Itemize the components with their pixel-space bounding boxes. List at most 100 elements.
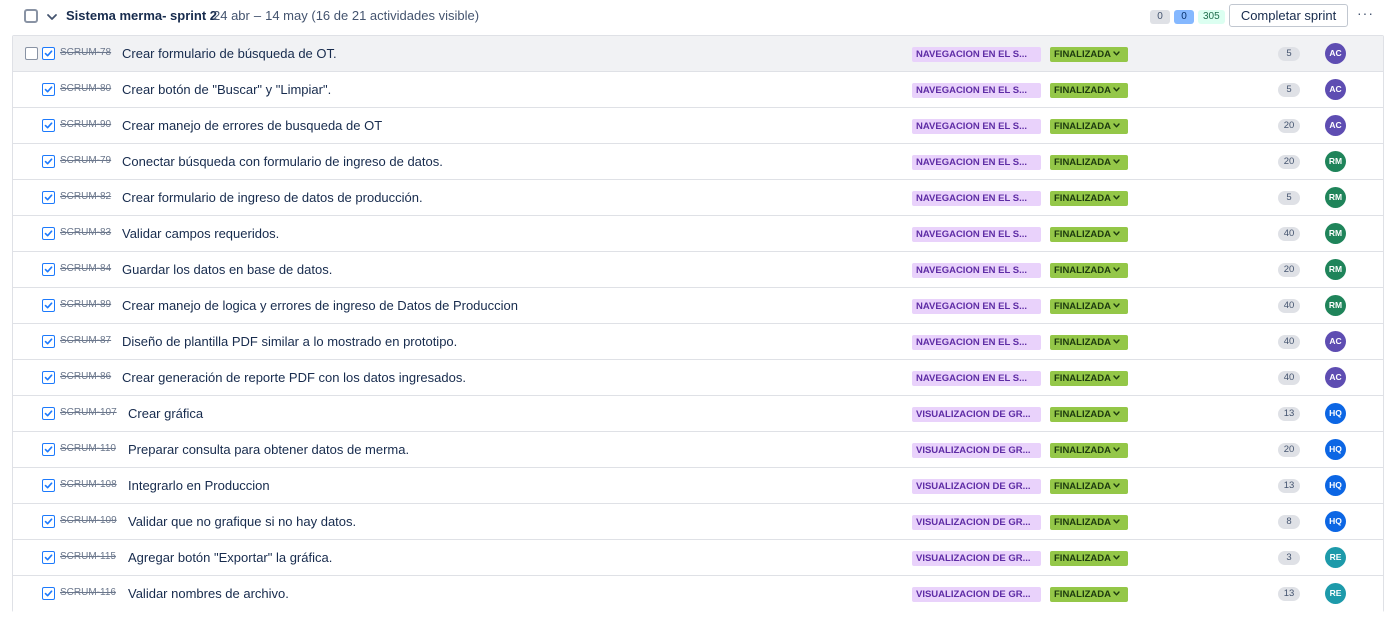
assignee-avatar[interactable]: AC: [1325, 79, 1346, 100]
issue-key[interactable]: SCRUM-78: [60, 47, 111, 58]
status-dropdown[interactable]: FINALIZADA: [1050, 551, 1128, 566]
issue-summary[interactable]: Integrarlo en Produccion: [128, 478, 270, 493]
story-points-badge[interactable]: 13: [1278, 479, 1300, 493]
epic-lozenge[interactable]: NAVEGACION EN EL S...: [912, 263, 1041, 278]
story-points-badge[interactable]: 20: [1278, 155, 1300, 169]
issue-key[interactable]: SCRUM-115: [60, 551, 116, 562]
issue-row[interactable]: SCRUM-89 Crear manejo de logica y errores…: [13, 288, 1383, 324]
sprint-select-checkbox[interactable]: [24, 9, 38, 23]
story-points-badge[interactable]: 40: [1278, 335, 1300, 349]
complete-sprint-button[interactable]: Completar sprint: [1229, 4, 1348, 27]
issue-key[interactable]: SCRUM-107: [60, 407, 117, 418]
epic-lozenge[interactable]: NAVEGACION EN EL S...: [912, 191, 1041, 206]
issue-row[interactable]: SCRUM-110 Preparar consulta para obtener …: [13, 432, 1383, 468]
issue-summary[interactable]: Crear manejo de logica y errores de ingr…: [122, 298, 518, 313]
issue-key[interactable]: SCRUM-109: [60, 515, 117, 526]
status-dropdown[interactable]: FINALIZADA: [1050, 371, 1128, 386]
assignee-avatar[interactable]: AC: [1325, 331, 1346, 352]
issue-key[interactable]: SCRUM-116: [60, 587, 116, 598]
assignee-avatar[interactable]: RM: [1325, 295, 1346, 316]
issue-summary[interactable]: Crear botón de "Buscar" y "Limpiar".: [122, 82, 331, 97]
issue-row[interactable]: SCRUM-87 Diseño de plantilla PDF similar …: [13, 324, 1383, 360]
epic-lozenge[interactable]: NAVEGACION EN EL S...: [912, 335, 1041, 350]
assignee-avatar[interactable]: RE: [1325, 547, 1346, 568]
story-points-badge[interactable]: 5: [1278, 47, 1300, 61]
status-dropdown[interactable]: FINALIZADA: [1050, 47, 1128, 62]
issue-key[interactable]: SCRUM-80: [60, 83, 111, 94]
status-dropdown[interactable]: FINALIZADA: [1050, 335, 1128, 350]
assignee-avatar[interactable]: HQ: [1325, 439, 1346, 460]
epic-lozenge[interactable]: NAVEGACION EN EL S...: [912, 83, 1041, 98]
status-dropdown[interactable]: FINALIZADA: [1050, 263, 1128, 278]
issue-row[interactable]: SCRUM-107 Crear gráfica VISUALIZACION DE G…: [13, 396, 1383, 432]
issue-summary[interactable]: Validar que no grafique si no hay datos.: [128, 514, 356, 529]
issue-summary[interactable]: Crear generación de reporte PDF con los …: [122, 370, 466, 385]
issue-summary[interactable]: Validar campos requeridos.: [122, 226, 279, 241]
status-dropdown[interactable]: FINALIZADA: [1050, 407, 1128, 422]
issue-key[interactable]: SCRUM-83: [60, 227, 111, 238]
status-dropdown[interactable]: FINALIZADA: [1050, 191, 1128, 206]
issue-summary[interactable]: Conectar búsqueda con formulario de ingr…: [122, 154, 443, 169]
issue-row[interactable]: SCRUM-90 Crear manejo de errores de busqu…: [13, 108, 1383, 144]
sprint-title[interactable]: Sistema merma- sprint 2: [66, 8, 217, 23]
status-dropdown[interactable]: FINALIZADA: [1050, 83, 1128, 98]
assignee-avatar[interactable]: AC: [1325, 367, 1346, 388]
issue-summary[interactable]: Guardar los datos en base de datos.: [122, 262, 332, 277]
assignee-avatar[interactable]: AC: [1325, 115, 1346, 136]
issue-row[interactable]: SCRUM-83 Validar campos requeridos. NAVEGA…: [13, 216, 1383, 252]
story-points-badge[interactable]: 40: [1278, 371, 1300, 385]
more-actions-icon[interactable]: ···: [1357, 6, 1373, 23]
epic-lozenge[interactable]: NAVEGACION EN EL S...: [912, 299, 1041, 314]
status-dropdown[interactable]: FINALIZADA: [1050, 299, 1128, 314]
assignee-avatar[interactable]: RM: [1325, 223, 1346, 244]
issue-summary[interactable]: Diseño de plantilla PDF similar a lo mos…: [122, 334, 457, 349]
story-points-badge[interactable]: 5: [1278, 83, 1300, 97]
issue-row[interactable]: SCRUM-116 Validar nombres de archivo. VISU…: [13, 576, 1383, 612]
epic-lozenge[interactable]: VISUALIZACION DE GR...: [912, 587, 1041, 602]
epic-lozenge[interactable]: NAVEGACION EN EL S...: [912, 155, 1041, 170]
story-points-badge[interactable]: 13: [1278, 587, 1300, 601]
status-dropdown[interactable]: FINALIZADA: [1050, 587, 1128, 602]
chevron-down-icon[interactable]: [45, 10, 59, 24]
issue-summary[interactable]: Preparar consulta para obtener datos de …: [128, 442, 409, 457]
issue-summary[interactable]: Crear gráfica: [128, 406, 203, 421]
story-points-badge[interactable]: 20: [1278, 119, 1300, 133]
issue-key[interactable]: SCRUM-84: [60, 263, 111, 274]
issue-row[interactable]: SCRUM-108 Integrarlo en Produccion VISUALI…: [13, 468, 1383, 504]
epic-lozenge[interactable]: NAVEGACION EN EL S...: [912, 227, 1041, 242]
status-dropdown[interactable]: FINALIZADA: [1050, 119, 1128, 134]
epic-lozenge[interactable]: NAVEGACION EN EL S...: [912, 47, 1041, 62]
issue-row[interactable]: SCRUM-78 Crear formulario de búsqueda de …: [13, 36, 1383, 72]
row-select-checkbox[interactable]: [25, 47, 38, 60]
issue-row[interactable]: SCRUM-84 Guardar los datos en base de dat…: [13, 252, 1383, 288]
issue-key[interactable]: SCRUM-110: [60, 443, 116, 454]
issue-summary[interactable]: Crear manejo de errores de busqueda de O…: [122, 118, 382, 133]
issue-summary[interactable]: Agregar botón "Exportar" la gráfica.: [128, 550, 332, 565]
issue-summary[interactable]: Crear formulario de búsqueda de OT.: [122, 46, 337, 61]
issue-key[interactable]: SCRUM-82: [60, 191, 111, 202]
epic-lozenge[interactable]: VISUALIZACION DE GR...: [912, 407, 1041, 422]
story-points-badge[interactable]: 3: [1278, 551, 1300, 565]
issue-row[interactable]: SCRUM-115 Agregar botón "Exportar" la grá…: [13, 540, 1383, 576]
status-dropdown[interactable]: FINALIZADA: [1050, 155, 1128, 170]
issue-key[interactable]: SCRUM-87: [60, 335, 111, 346]
issue-row[interactable]: SCRUM-80 Crear botón de "Buscar" y "Limpi…: [13, 72, 1383, 108]
assignee-avatar[interactable]: HQ: [1325, 475, 1346, 496]
issue-summary[interactable]: Crear formulario de ingreso de datos de …: [122, 190, 423, 205]
epic-lozenge[interactable]: NAVEGACION EN EL S...: [912, 371, 1041, 386]
story-points-badge[interactable]: 8: [1278, 515, 1300, 529]
assignee-avatar[interactable]: AC: [1325, 43, 1346, 64]
epic-lozenge[interactable]: VISUALIZACION DE GR...: [912, 515, 1041, 530]
issue-row[interactable]: SCRUM-79 Conectar búsqueda con formulario…: [13, 144, 1383, 180]
status-dropdown[interactable]: FINALIZADA: [1050, 443, 1128, 458]
story-points-badge[interactable]: 13: [1278, 407, 1300, 421]
story-points-badge[interactable]: 40: [1278, 227, 1300, 241]
assignee-avatar[interactable]: RM: [1325, 259, 1346, 280]
status-dropdown[interactable]: FINALIZADA: [1050, 479, 1128, 494]
issue-key[interactable]: SCRUM-79: [60, 155, 111, 166]
story-points-badge[interactable]: 5: [1278, 191, 1300, 205]
story-points-badge[interactable]: 20: [1278, 443, 1300, 457]
story-points-badge[interactable]: 40: [1278, 299, 1300, 313]
issue-row[interactable]: SCRUM-82 Crear formulario de ingreso de d…: [13, 180, 1383, 216]
epic-lozenge[interactable]: VISUALIZACION DE GR...: [912, 479, 1041, 494]
